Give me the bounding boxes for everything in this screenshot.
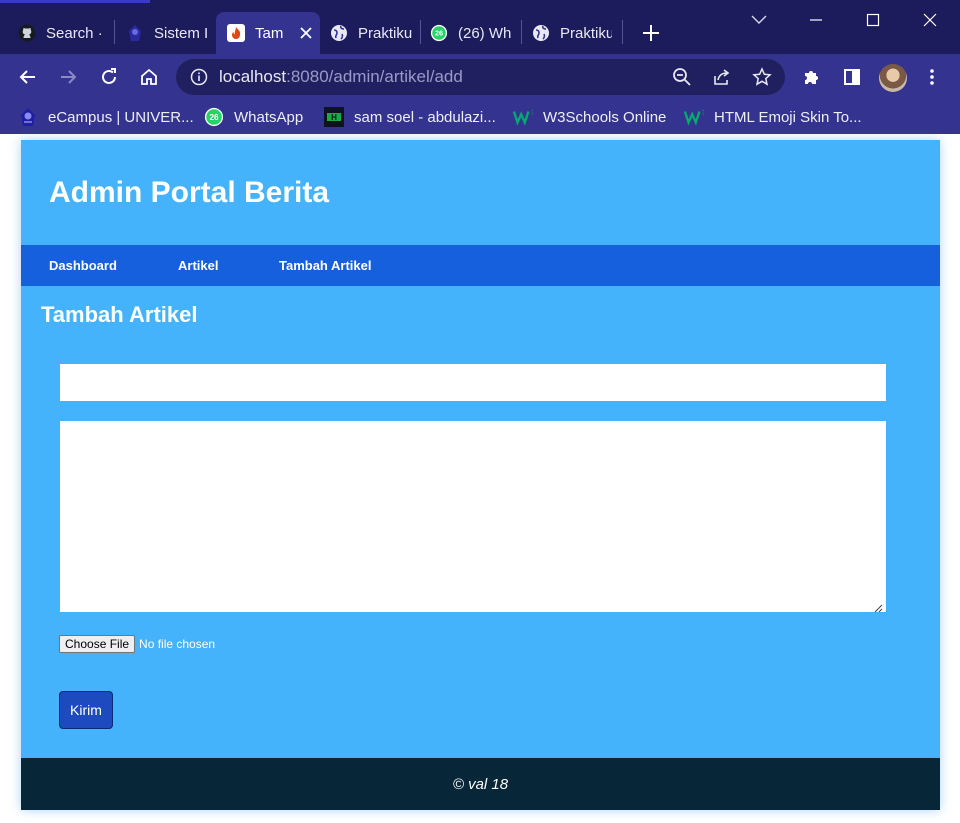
- bookmark-whatsapp[interactable]: 26 WhatsApp: [204, 106, 303, 128]
- home-icon[interactable]: [137, 65, 161, 89]
- globe-icon: [532, 24, 550, 42]
- address-bar[interactable]: localhost:8080/admin/artikel/add: [176, 59, 785, 95]
- whatsapp-icon: 26: [204, 107, 224, 127]
- tab-title: (26) Wh: [458, 24, 512, 42]
- nav-item-dashboard[interactable]: Dashboard: [49, 258, 117, 273]
- bookmark-label: WhatsApp: [234, 108, 304, 126]
- tab-tambah-artikel[interactable]: Tam: [216, 12, 320, 54]
- bookmark-star-icon[interactable]: [750, 65, 774, 89]
- tab-github-search[interactable]: Search ·: [18, 12, 104, 54]
- svg-text:3: 3: [702, 109, 704, 116]
- side-panel-icon[interactable]: [840, 65, 864, 89]
- page-viewport: Admin Portal Berita Dashboard Artikel Ta…: [0, 134, 960, 823]
- site-header: Admin Portal Berita: [21, 140, 940, 245]
- site-title: Admin Portal Berita: [49, 176, 330, 209]
- bookmark-html-emoji[interactable]: 3 HTML Emoji Skin To...: [684, 106, 862, 128]
- choose-file-button[interactable]: Choose File: [59, 635, 136, 653]
- share-icon[interactable]: [710, 65, 734, 89]
- menu-kebab-icon[interactable]: [920, 65, 944, 89]
- page-container: Admin Portal Berita Dashboard Artikel Ta…: [21, 140, 940, 810]
- github-icon: [18, 24, 36, 42]
- resize-grip-icon[interactable]: [874, 600, 883, 613]
- tab-separator: [114, 20, 115, 44]
- site-footer: © val 18: [21, 758, 940, 810]
- content-textarea[interactable]: [60, 421, 886, 613]
- maximize-icon[interactable]: [861, 8, 885, 32]
- tab-separator: [622, 20, 623, 44]
- submit-button[interactable]: Kirim: [59, 691, 113, 729]
- tab-title: Search ·: [46, 24, 103, 42]
- tab-praktikum-2[interactable]: Praktiku: [532, 12, 612, 54]
- profile-avatar[interactable]: [879, 64, 907, 92]
- tab-whatsapp[interactable]: 26 (26) Wh: [430, 12, 514, 54]
- campus-icon: [126, 24, 144, 42]
- tab-separator: [521, 20, 522, 44]
- nav-item-artikel[interactable]: Artikel: [178, 258, 218, 273]
- svg-text:26: 26: [209, 113, 219, 122]
- title-input[interactable]: [60, 364, 886, 401]
- reload-icon[interactable]: [97, 65, 121, 89]
- zoom-icon[interactable]: [670, 65, 694, 89]
- url-path: :8080/admin/artikel/add: [286, 67, 463, 86]
- svg-text:26: 26: [435, 29, 443, 38]
- bookmarks-bar: eCampus | UNIVER... 26 WhatsApp H sam so…: [0, 100, 960, 134]
- file-status: No file chosen: [139, 637, 216, 651]
- w3schools-icon: 3: [684, 107, 704, 127]
- bookmark-w3schools[interactable]: 3 W3Schools Online: [513, 106, 666, 128]
- bookmark-label: sam soel - abdulazi...: [354, 108, 496, 126]
- tab-title: Tam: [255, 24, 283, 42]
- browser-tab-strip: Search · Sistem I Tam Praktiku 26 (26) W…: [0, 0, 960, 54]
- tab-title: Sistem I: [154, 24, 208, 42]
- codeigniter-icon: [227, 24, 245, 42]
- tab-close-icon[interactable]: [297, 24, 315, 42]
- tab-strip-accent: [0, 0, 150, 3]
- globe-icon: [330, 24, 348, 42]
- browser-toolbar: localhost:8080/admin/artikel/add: [0, 54, 960, 100]
- site-info-icon[interactable]: [190, 68, 208, 86]
- tab-title: Praktiku: [358, 24, 412, 42]
- back-arrow-icon[interactable]: [16, 65, 40, 89]
- nav-item-tambah-artikel[interactable]: Tambah Artikel: [279, 258, 371, 273]
- tab-separator: [420, 20, 421, 44]
- w3schools-icon: 3: [513, 107, 533, 127]
- footer-text: © val 18: [452, 775, 509, 793]
- tab-praktikum-1[interactable]: Praktiku: [330, 12, 412, 54]
- url-host: localhost: [219, 67, 287, 86]
- bookmark-label: HTML Emoji Skin To...: [714, 108, 862, 126]
- forward-arrow-icon[interactable]: [56, 65, 80, 89]
- bookmark-ecampus[interactable]: eCampus | UNIVER...: [18, 106, 194, 128]
- page-title: Tambah Artikel: [41, 302, 198, 327]
- window-close-icon[interactable]: [918, 8, 942, 32]
- bookmark-label: eCampus | UNIVER...: [48, 108, 194, 126]
- hackerrank-icon: H: [324, 107, 344, 127]
- campus-icon: [18, 107, 38, 127]
- tab-search-chevron-icon[interactable]: [747, 8, 771, 32]
- whatsapp-icon: 26: [430, 24, 448, 42]
- minimize-icon[interactable]: [804, 8, 828, 32]
- extensions-puzzle-icon[interactable]: [800, 65, 824, 89]
- tab-title: Praktiku: [560, 24, 612, 42]
- bookmark-label: W3Schools Online: [543, 108, 667, 126]
- main-nav: Dashboard Artikel Tambah Artikel: [21, 245, 940, 286]
- tab-sistem[interactable]: Sistem I: [126, 12, 208, 54]
- svg-text:H: H: [331, 113, 337, 122]
- bookmark-sam-soel[interactable]: H sam soel - abdulazi...: [324, 106, 496, 128]
- new-tab-plus-icon[interactable]: [640, 22, 662, 44]
- svg-text:3: 3: [531, 109, 533, 116]
- address-url: localhost:8080/admin/artikel/add: [219, 67, 463, 87]
- file-upload: Choose File No file chosen: [59, 635, 215, 653]
